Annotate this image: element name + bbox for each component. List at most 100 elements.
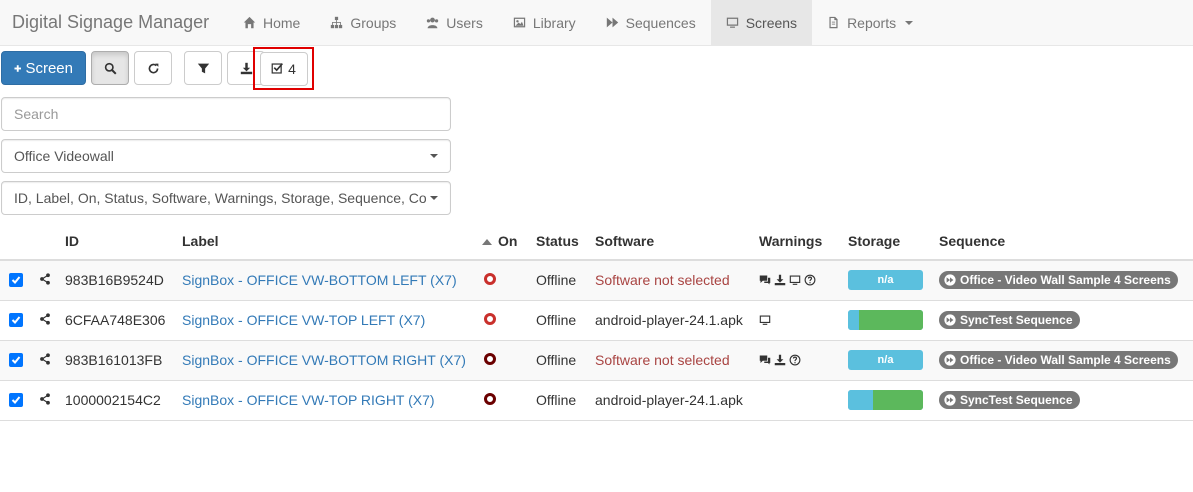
search-field[interactable] [1,97,451,131]
storage-text: n/a [877,354,894,366]
header-label[interactable]: Label [182,222,482,261]
comments-icon [759,275,771,285]
check-square-icon [271,63,284,74]
screen-label-link[interactable]: SignBox - OFFICE VW-BOTTOM LEFT (X7) [182,272,457,288]
warning-icons [759,314,848,326]
sort-asc-icon [482,238,492,245]
cell-status: Offline [536,300,595,341]
nav-users[interactable]: Users [411,0,498,45]
table-row[interactable]: 983B161013FB SignBox - OFFICE VW-BOTTOM … [0,340,1193,381]
row-checkbox[interactable] [9,313,23,327]
header-software[interactable]: Software [595,222,759,261]
selection-highlight: 4 [253,47,314,90]
monitor-icon [726,17,738,28]
share-icon [40,393,50,405]
screens-table: ID Label On Status Software Warnings Sto… [0,222,1193,421]
nav-reports[interactable]: Reports [812,0,928,45]
nav-sequences[interactable]: Sequences [591,0,711,45]
sequence-badge[interactable]: SyncTest Sequence [939,311,1080,329]
nav-home[interactable]: Home [228,0,315,45]
plus-icon [14,64,22,72]
cell-id: 983B16B9524D [65,260,182,301]
table-row[interactable]: 6CFAA748E306 SignBox - OFFICE VW-TOP LEF… [0,300,1193,341]
group-select-value: Office Videowall [14,148,114,164]
nav-screens[interactable]: Screens [710,0,813,45]
sequence-badge[interactable]: SyncTest Sequence [939,391,1080,409]
row-checkbox[interactable] [9,393,23,407]
toolbar: Screen [1,51,265,85]
check-icon [11,356,21,364]
screen-label-link[interactable]: SignBox - OFFICE VW-TOP RIGHT (X7) [182,392,435,408]
cell-id: 983B161013FB [65,340,182,381]
cell-software: Software not selected [595,272,730,289]
columns-select[interactable]: ID, Label, On, Status, Software, Warning… [1,181,451,215]
screen-label-link[interactable]: SignBox - OFFICE VW-BOTTOM RIGHT (X7) [182,352,466,368]
storage-text: n/a [877,274,894,287]
monitor-icon [789,275,801,286]
header-on[interactable]: On [482,222,536,261]
power-status-icon [484,393,496,405]
header-on-text: On [498,232,518,249]
sequence-badge[interactable]: Office - Video Wall Sample 4 Screens [939,271,1178,290]
add-screen-label: Screen [25,59,73,77]
header-sequence[interactable]: Sequence [939,222,1193,261]
cell-status: Offline [536,260,595,301]
header-id[interactable]: ID [65,222,182,261]
storage-bar: n/a [848,270,923,291]
header-select [0,222,30,261]
sequence-name: SyncTest Sequence [960,393,1073,407]
search-toggle-button[interactable] [91,51,129,85]
share-button[interactable] [39,312,51,328]
row-checkbox[interactable] [9,273,23,288]
refresh-button[interactable] [134,51,172,85]
fast-forward-icon [944,394,956,406]
screen-label-link[interactable]: SignBox - OFFICE VW-TOP LEFT (X7) [182,312,425,328]
header-storage[interactable]: Storage [848,222,939,261]
storage-free [859,310,923,330]
row-checkbox[interactable] [9,353,23,367]
sequence-name: Office - Video Wall Sample 4 Screens [960,273,1171,288]
share-button[interactable] [39,272,51,288]
nav-library[interactable]: Library [498,0,591,45]
header-warnings[interactable]: Warnings [759,222,848,261]
filter-button[interactable] [184,51,222,85]
search-input[interactable] [14,106,438,122]
app-title[interactable]: Digital Signage Manager [0,0,228,45]
table-row[interactable]: 983B16B9524D SignBox - OFFICE VW-BOTTOM … [0,260,1193,301]
group-select[interactable]: Office Videowall [1,139,451,173]
chevron-down-icon [430,196,438,200]
warning-icons [759,354,848,366]
share-icon [40,273,50,285]
sitemap-icon [331,16,343,29]
add-screen-button[interactable]: Screen [1,51,86,85]
fast-forward-icon [606,17,618,28]
home-icon [243,16,256,29]
nav-screens-label: Screens [745,14,798,31]
storage-bar [848,310,923,330]
nav-groups[interactable]: Groups [315,0,411,45]
check-icon [11,276,21,285]
chevron-down-icon [905,20,914,25]
storage-bar: n/a [848,350,923,370]
nav-users-label: Users [446,14,483,31]
cell-id: 6CFAA748E306 [65,300,182,341]
storage-used [848,390,873,410]
file-icon [829,16,838,29]
sequence-name: SyncTest Sequence [960,313,1073,327]
fast-forward-icon [944,314,956,326]
storage-used [848,310,860,330]
selected-count-button[interactable]: 4 [259,51,308,86]
download-icon [240,62,252,74]
table-row[interactable]: 1000002154C2 SignBox - OFFICE VW-TOP RIG… [0,380,1193,421]
fast-forward-icon [944,354,956,366]
chevron-down-icon [430,154,438,158]
download-icon [774,354,786,366]
header-status[interactable]: Status [536,222,595,261]
sequence-badge[interactable]: Office - Video Wall Sample 4 Screens [939,351,1178,369]
table-header-row: ID Label On Status Software Warnings Sto… [0,222,1193,261]
share-button[interactable] [39,392,51,408]
cell-status: Offline [536,380,595,421]
share-button[interactable] [39,352,51,368]
cell-id: 1000002154C2 [65,380,182,421]
monitor-icon [759,315,771,325]
